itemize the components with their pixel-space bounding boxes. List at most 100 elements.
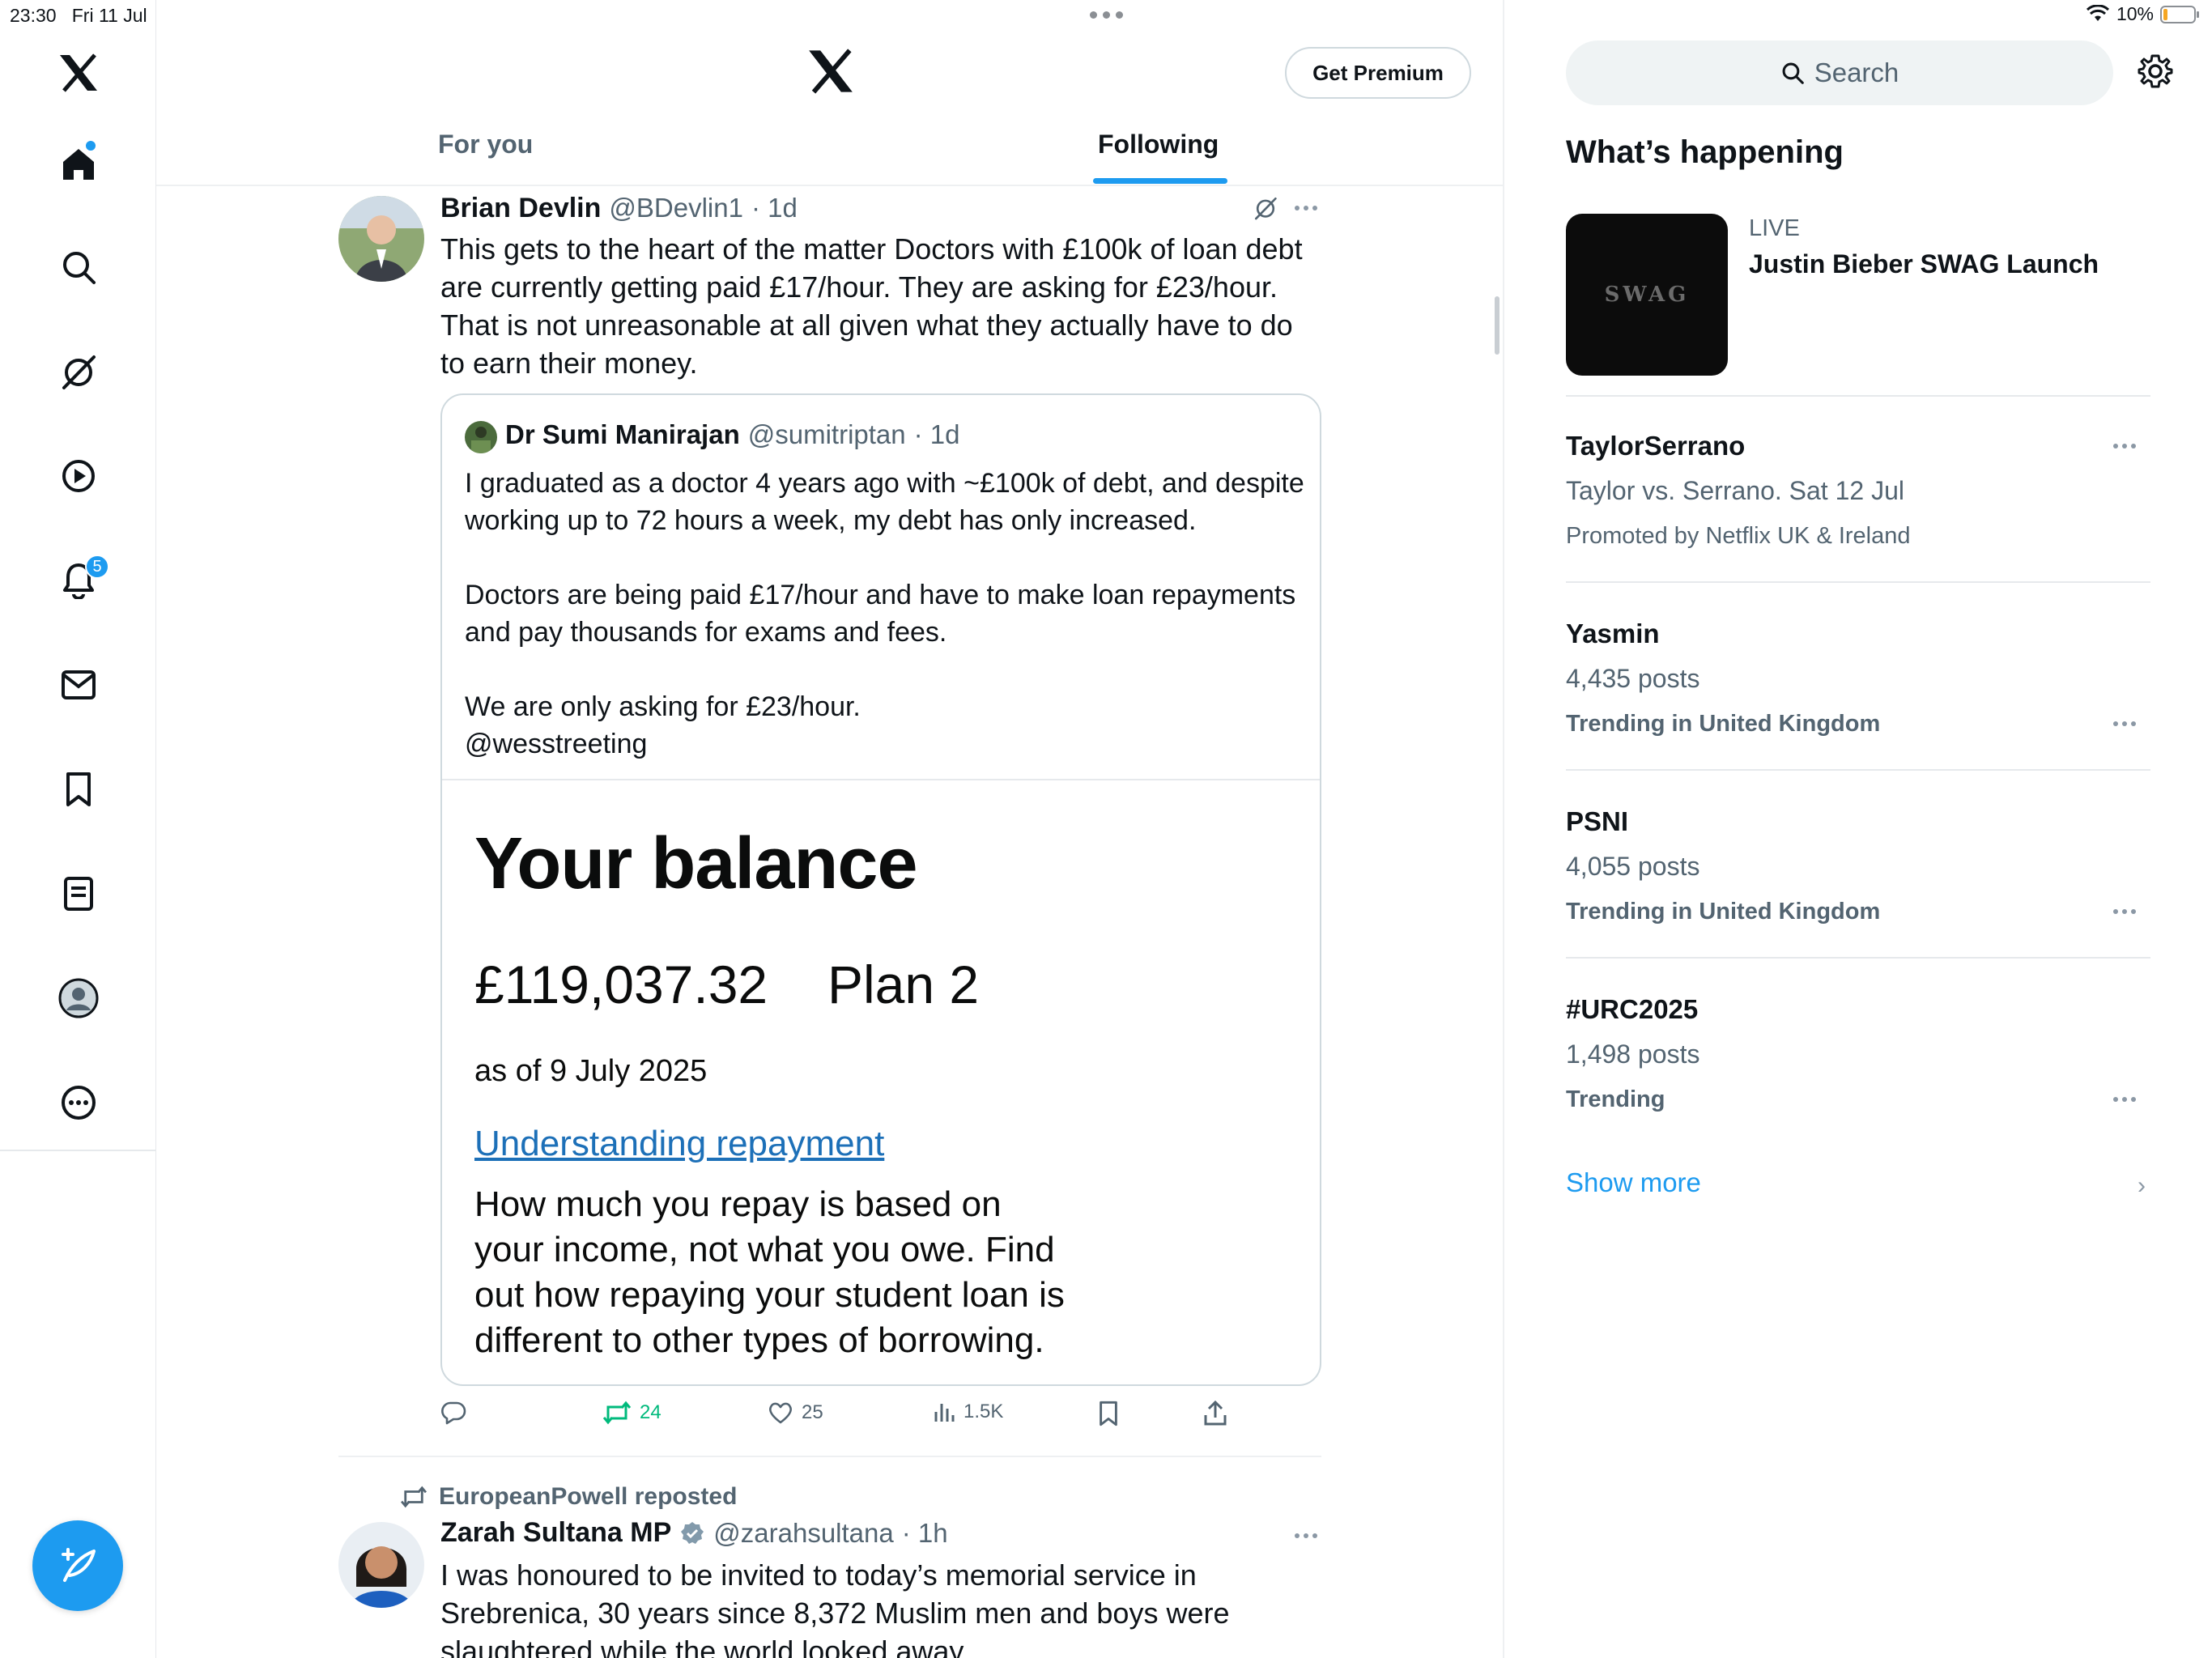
tabs-divider [156, 185, 1503, 186]
trend-more-icon-3[interactable] [2113, 909, 2136, 914]
trend-title-2[interactable]: Yasmin [1566, 619, 1660, 649]
trend-sub-1: Taylor vs. Serrano. Sat 12 Jul [1566, 476, 1904, 505]
bookmark-button[interactable] [1098, 1401, 1119, 1426]
nav-divider [0, 1150, 156, 1151]
live-event-thumbnail[interactable]: SWAG [1566, 214, 1728, 376]
grok-icon[interactable] [50, 343, 107, 400]
swag-logo-text: SWAG [1604, 283, 1690, 307]
messages-envelope-icon[interactable] [50, 657, 107, 713]
author-name[interactable]: Brian Devlin [440, 193, 601, 224]
bookmarks-icon[interactable] [50, 761, 107, 818]
repost-count: 24 [640, 1401, 661, 1423]
repost-context: EuropeanPowell reposted [400, 1483, 737, 1511]
tweet-divider [338, 1456, 1321, 1457]
trend-more-icon-1[interactable] [2113, 444, 2136, 449]
trend-title-3[interactable]: PSNI [1566, 806, 1628, 837]
trend-more-icon-4[interactable] [2113, 1097, 2136, 1102]
balance-title: Your balance [474, 823, 918, 904]
lists-icon[interactable] [50, 865, 107, 922]
like-button[interactable]: 25 [768, 1401, 823, 1425]
trend-divider [1566, 769, 2150, 771]
notifications-badge: 5 [85, 555, 109, 579]
trend-sub-3: 4,055 posts [1566, 852, 1700, 881]
trend-sub-2: 4,435 posts [1566, 664, 1700, 693]
reply-button[interactable] [440, 1401, 466, 1425]
quote-header: Dr Sumi Manirajan @sumitriptan · 1d [505, 419, 960, 450]
author-name-2[interactable]: Zarah Sultana MP [440, 1517, 671, 1549]
chevron-right-icon: › [2138, 1172, 2146, 1199]
bookmark-icon [1100, 1401, 1117, 1426]
grok-explain-icon[interactable] [1253, 196, 1278, 220]
quote-paragraph-1: I graduated as a doctor 4 years ago with… [465, 468, 1304, 536]
live-event-title[interactable]: Justin Bieber SWAG Launch [1749, 249, 2099, 279]
battery-percent: 10% [2116, 3, 2154, 24]
tweet-more-icon-2[interactable] [1295, 1533, 1317, 1538]
compose-feather-icon [62, 1548, 96, 1582]
repayment-description: How much you repay is based on your inco… [474, 1184, 1065, 1360]
explore-search-icon[interactable] [50, 239, 107, 295]
avatar-brian-devlin[interactable] [338, 196, 424, 282]
show-more-link[interactable]: Show more [1566, 1167, 1701, 1198]
battery-icon [2160, 5, 2199, 23]
trend-divider [1566, 581, 2150, 583]
tweet-text: This gets to the heart of the matter Doc… [440, 232, 1303, 380]
reposted-by[interactable]: EuropeanPowell reposted [439, 1483, 737, 1511]
x-logo-icon[interactable] [50, 45, 107, 101]
reply-icon [441, 1401, 466, 1425]
like-count: 25 [802, 1401, 823, 1423]
balance-screenshot-image[interactable]: Your balance £119,037.32 Plan 2 as of 9 … [442, 780, 1320, 1384]
tweet-header-2: Zarah Sultana MP @zarahsultana · 1h [440, 1517, 948, 1549]
views-button[interactable]: 1.5K [933, 1401, 1003, 1423]
status-indicators: 10% [2086, 3, 2201, 25]
repost-button[interactable]: 24 [602, 1401, 661, 1425]
balance-amount: £119,037.32 [474, 954, 768, 1014]
profile-avatar-icon[interactable] [50, 970, 107, 1027]
quote-paragraph-2: Doctors are being paid £17/hour and have… [465, 580, 1296, 648]
quote-mention[interactable]: @wesstreeting [465, 725, 1307, 763]
author-handle[interactable]: @BDevlin1 [609, 193, 743, 223]
tab-following[interactable]: Following [1098, 130, 1219, 159]
compose-post-button[interactable] [32, 1520, 123, 1611]
avatar-sumi-manirajan [465, 421, 497, 453]
x-header-logo-icon[interactable] [806, 49, 856, 94]
feed-scrollbar[interactable] [1495, 296, 1499, 355]
whats-happening-title: What’s happening [1566, 134, 1844, 170]
more-options-icon[interactable] [50, 1074, 107, 1131]
views-count: 1.5K [963, 1401, 1004, 1422]
get-premium-button[interactable]: Get Premium [1285, 47, 1471, 99]
search-input[interactable]: Search [1566, 40, 2113, 105]
trend-meta-3: Trending in United Kingdom [1566, 899, 1881, 925]
trend-meta-2: Trending in United Kingdom [1566, 711, 1881, 737]
quote-time: · 1d [913, 419, 960, 449]
settings-gear-icon[interactable] [2138, 53, 2173, 89]
trend-title-4[interactable]: #URC2025 [1566, 994, 1698, 1025]
wifi-icon [2086, 4, 2109, 21]
repost-icon [602, 1401, 632, 1425]
home-icon[interactable] [50, 136, 107, 193]
trend-meta-1: Promoted by Netflix UK & Ireland [1566, 523, 1911, 549]
share-button[interactable] [1203, 1401, 1227, 1426]
home-unread-dot [86, 141, 96, 151]
tweet-more-icon[interactable] [1295, 206, 1317, 210]
avatar-zarah-sultana[interactable] [338, 1522, 424, 1608]
repost-small-icon [400, 1486, 428, 1508]
trend-title-1[interactable]: TaylorSerrano [1566, 431, 1745, 461]
tab-for-you[interactable]: For you [438, 130, 533, 159]
balance-plan: Plan 2 [827, 954, 980, 1014]
multitask-dots-icon[interactable] [1090, 11, 1123, 19]
post-time[interactable]: · 1d [751, 193, 798, 223]
post-time-2[interactable]: · 1h [902, 1518, 948, 1549]
heart-icon [769, 1402, 792, 1424]
balance-as-of: as of 9 July 2025 [474, 1054, 708, 1088]
author-handle-2[interactable]: @zarahsultana [713, 1518, 893, 1549]
trend-sub-4: 1,498 posts [1566, 1039, 1700, 1069]
column-divider [1503, 0, 1504, 1658]
quoted-tweet-card[interactable]: Dr Sumi Manirajan @sumitriptan · 1d I gr… [440, 393, 1321, 1386]
search-icon [1782, 62, 1804, 84]
share-icon [1204, 1401, 1227, 1426]
trend-more-icon-2[interactable] [2113, 721, 2136, 726]
trend-meta-4: Trending [1566, 1086, 1665, 1112]
understanding-repayment-link: Understanding repayment [474, 1124, 885, 1163]
video-icon[interactable] [50, 448, 107, 504]
trend-divider [1566, 957, 2150, 959]
